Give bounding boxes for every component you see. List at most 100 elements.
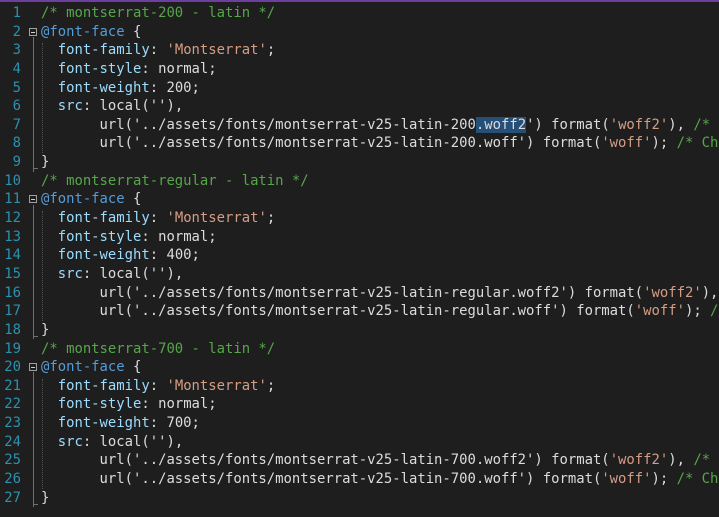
code-line[interactable]: 4 font-style: normal; — [0, 60, 719, 79]
line-number: 19 — [4, 340, 21, 357]
selected-text: .woff2 — [475, 116, 527, 133]
code-line[interactable]: 12 font-family: 'Montserrat'; — [0, 209, 719, 228]
string-token: 'Montserrat' — [166, 377, 267, 394]
code-line[interactable]: 10 /* montserrat-regular - latin */ — [0, 172, 719, 191]
code-line[interactable]: 20 @font-face { — [0, 358, 719, 377]
code-text: : — [149, 377, 167, 394]
property-token: src — [57, 265, 83, 282]
line-number: 4 — [12, 60, 21, 77]
line-number: 18 — [4, 321, 21, 338]
code-text: ); — [651, 135, 677, 152]
code-content: src: local(''), — [41, 97, 183, 116]
code-content: font-weight: 200; — [41, 79, 200, 98]
line-number: 5 — [12, 79, 21, 96]
code-line[interactable]: 8 url('../assets/fonts/montserrat-v25-la… — [0, 134, 719, 153]
line-number: 8 — [12, 135, 21, 152]
code-content: font-weight: 700; — [41, 414, 200, 433]
keyword-token: @font-face — [41, 191, 125, 208]
line-number: 12 — [4, 210, 21, 227]
code-line[interactable]: 18} — [0, 321, 719, 340]
line-number: 24 — [4, 433, 21, 450]
comment-token: /* Ch — [676, 135, 719, 152]
keyword-token: @font-face — [41, 23, 125, 40]
collapse-icon[interactable] — [29, 363, 37, 372]
line-number: 23 — [4, 415, 21, 432]
code-text: } — [41, 321, 50, 338]
comment-token: /* Ch — [676, 471, 719, 488]
code-text: : normal; — [141, 60, 217, 77]
code-text: : normal; — [141, 228, 217, 245]
collapse-icon[interactable] — [29, 27, 37, 36]
code-line[interactable]: 14 font-weight: 400; — [0, 246, 719, 265]
code-content: font-weight: 400; — [41, 246, 200, 265]
code-line[interactable]: 22 font-style: normal; — [0, 395, 719, 414]
code-line[interactable]: 5 font-weight: 200; — [0, 79, 719, 98]
fold-region-end — [33, 167, 38, 169]
code-text: url('../assets/fonts/montserrat-v25-lati… — [41, 471, 602, 488]
code-line[interactable]: 21 font-family: 'Montserrat'; — [0, 377, 719, 396]
code-text: '), — [158, 433, 184, 450]
keyword-token: @font-face — [41, 359, 125, 376]
code-content: url('../assets/fonts/montserrat-v25-lati… — [41, 284, 719, 303]
code-line[interactable]: 26 url('../assets/fonts/montserrat-v25-l… — [0, 470, 719, 489]
code-line[interactable]: 19 /* montserrat-700 - latin */ — [0, 340, 719, 359]
property-token: src — [57, 433, 83, 450]
comment-token: /* montserrat-200 - latin */ — [41, 5, 276, 21]
code-editor[interactable]: 1 /* montserrat-200 - latin */ 2 @font-face… — [0, 4, 719, 508]
code-line[interactable]: 7 url('../assets/fonts/montserrat-v25-la… — [0, 116, 719, 135]
code-line[interactable]: 17 url('../assets/fonts/montserrat-v25-l… — [0, 302, 719, 321]
code-line[interactable]: 1 /* montserrat-200 - latin */ — [0, 4, 719, 23]
code-line[interactable]: 16 url('../assets/fonts/montserrat-v25-l… — [0, 284, 719, 303]
code-content: font-style: normal; — [41, 228, 217, 247]
code-line[interactable]: 11 @font-face { — [0, 190, 719, 209]
line-number: 1 — [12, 5, 21, 21]
comment-token: /* montserrat-700 - latin */ — [41, 340, 276, 357]
code-text: : local(' — [82, 98, 159, 115]
code-text: url('../assets/fonts/montserrat-v25-lati… — [41, 284, 644, 301]
code-line[interactable]: 25 url('../assets/fonts/montserrat-v25-l… — [0, 451, 719, 470]
collapse-icon[interactable] — [29, 195, 37, 204]
property-token: font-style — [57, 60, 142, 77]
code-content: font-style: normal; — [41, 60, 217, 79]
code-line[interactable]: 27} — [0, 489, 719, 508]
code-text: ; — [266, 42, 276, 59]
code-line[interactable]: 24 src: local(''), — [0, 433, 719, 452]
property-token: font-weight — [57, 79, 150, 96]
indent-guide — [42, 43, 43, 154]
code-content: url('../assets/fonts/montserrat-v25-lati… — [41, 116, 710, 135]
code-content: src: local(''), — [41, 433, 183, 452]
comment-token: /* — [693, 116, 711, 133]
code-text: ), — [701, 284, 719, 301]
string-token: 'woff' — [634, 303, 685, 320]
code-text: : local(' — [82, 433, 159, 450]
code-line[interactable]: 3 font-family: 'Montserrat'; — [0, 41, 719, 60]
code-line[interactable]: 9} — [0, 153, 719, 172]
code-text: ); — [684, 303, 711, 320]
fold-region-end — [33, 503, 38, 505]
code-line[interactable]: 13 font-style: normal; — [0, 228, 719, 247]
code-content: @font-face { — [41, 23, 141, 42]
line-number: 9 — [12, 154, 21, 171]
code-line[interactable]: 23 font-weight: 700; — [0, 414, 719, 433]
code-content: url('../assets/fonts/montserrat-v25-lati… — [41, 134, 719, 153]
code-content: } — [41, 489, 49, 508]
property-token: font-style — [57, 396, 142, 413]
code-line[interactable]: 15 src: local(''), — [0, 265, 719, 284]
code-line[interactable]: 6 src: local(''), — [0, 97, 719, 116]
code-text: : 400; — [149, 247, 200, 264]
code-line[interactable]: 2 @font-face { — [0, 23, 719, 42]
fold-region-line — [33, 36, 34, 172]
code-content: font-family: 'Montserrat'; — [41, 377, 275, 396]
code-text: : 700; — [149, 415, 200, 432]
code-content: } — [41, 321, 49, 340]
line-number: 22 — [4, 396, 21, 413]
code-text: : 200; — [149, 79, 200, 96]
